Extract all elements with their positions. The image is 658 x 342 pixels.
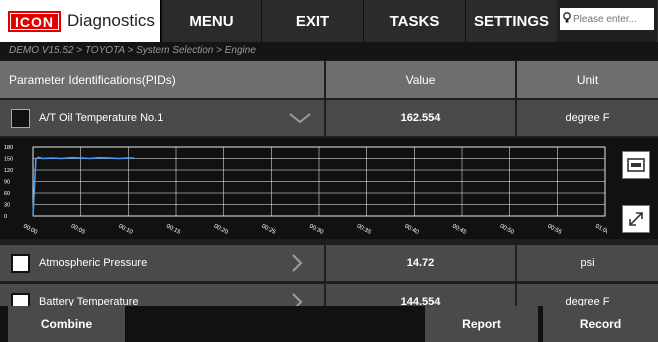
combine-button[interactable]: Combine	[8, 306, 125, 342]
y-tick-label: 0	[4, 214, 7, 220]
x-tick-label: 00:20	[213, 223, 230, 236]
fullscreen-button[interactable]	[622, 205, 650, 233]
value-cell: 162.554	[326, 100, 515, 136]
y-tick-label: 30	[4, 203, 10, 209]
column-header-pid: Parameter Identifications(PIDs)	[0, 61, 324, 98]
x-tick-label: 00:25	[260, 223, 277, 236]
search-box[interactable]	[560, 8, 654, 30]
top-bar: ICON Diagnostics MENU EXIT TASKS SETTING…	[0, 0, 658, 42]
x-tick-label: 00:15	[165, 223, 182, 236]
menu-button[interactable]: MENU	[161, 0, 261, 42]
series-line	[32, 156, 135, 217]
unit-cell: degree F	[517, 100, 658, 136]
x-tick-label: 00:45	[451, 223, 468, 236]
chevron-down-icon[interactable]	[288, 109, 312, 127]
column-header-value: Value	[326, 61, 515, 98]
exit-button[interactable]: EXIT	[261, 0, 363, 42]
search-area	[557, 0, 657, 42]
x-tick-label: 01:00	[594, 223, 607, 236]
y-tick-label: 60	[4, 191, 10, 197]
unit-cell: psi	[517, 245, 658, 281]
pid-cell: A/T Oil Temperature No.1	[0, 100, 324, 136]
lightbulb-icon	[563, 11, 571, 27]
toggle-view-button[interactable]	[622, 151, 650, 179]
settings-button[interactable]: SETTINGS	[465, 0, 557, 42]
expand-icon	[629, 212, 643, 226]
brand: ICON Diagnostics	[0, 0, 161, 42]
x-tick-label: 00:55	[546, 223, 563, 236]
chevron-right-icon[interactable]	[288, 254, 306, 272]
y-tick-label: 120	[4, 168, 13, 174]
x-tick-label: 00:30	[308, 223, 325, 236]
toggle-view-icon	[627, 158, 645, 172]
table-row[interactable]: Atmospheric Pressure 14.72 psi	[0, 245, 658, 281]
chart-side-panel	[607, 138, 658, 239]
y-tick-label: 180	[4, 145, 13, 151]
logo: ICON	[8, 10, 61, 32]
report-button[interactable]: Report	[425, 306, 538, 342]
x-tick-label: 00:05	[70, 223, 87, 236]
x-tick-label: 00:00	[22, 223, 39, 236]
table-header: Parameter Identifications(PIDs) Value Un…	[0, 61, 658, 98]
y-tick-label: 90	[4, 180, 10, 186]
tasks-button[interactable]: TASKS	[363, 0, 465, 42]
table-row[interactable]: A/T Oil Temperature No.1 162.554 degree …	[0, 100, 658, 136]
pid-name: Atmospheric Pressure	[39, 257, 148, 269]
chart-svg: 0 30 60 90 120 150 180 00:00 00:05 00:10 00:15 00:…	[4, 145, 611, 236]
x-tick-label: 00:50	[499, 223, 516, 236]
x-tick-label: 00:35	[356, 223, 373, 236]
x-tick-label: 00:40	[403, 223, 420, 236]
search-input[interactable]	[571, 13, 651, 25]
record-button[interactable]: Record	[543, 306, 658, 342]
app-title: Diagnostics	[67, 11, 155, 30]
x-tick-label: 00:10	[117, 223, 134, 236]
value-cell: 14.72	[326, 245, 515, 281]
pid-chart: 0 30 60 90 120 150 180 00:00 00:05 00:10 00:15 00:…	[0, 138, 658, 239]
pid-name: A/T Oil Temperature No.1	[39, 112, 164, 124]
breadcrumb: DEMO V15.52 > TOYOTA > System Selection …	[0, 42, 658, 60]
row-checkbox[interactable]	[11, 253, 30, 273]
bottom-bar: Combine Report Record	[0, 306, 658, 342]
pid-cell: Atmospheric Pressure	[0, 245, 324, 281]
row-checkbox[interactable]	[11, 108, 30, 128]
y-tick-label: 150	[4, 157, 13, 163]
column-header-unit: Unit	[517, 61, 658, 98]
